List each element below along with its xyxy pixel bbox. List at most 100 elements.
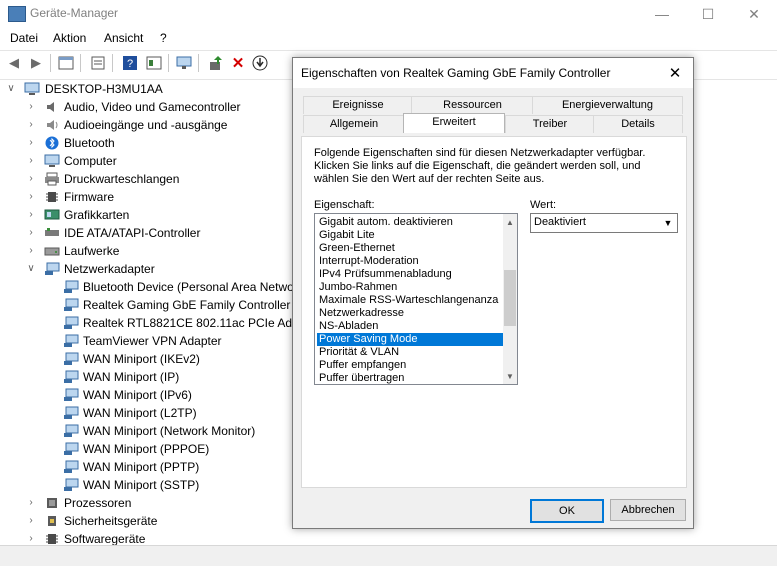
expand-icon[interactable]: › <box>26 206 36 224</box>
tree-item-label: Realtek RTL8821CE 802.11ac PCIe Adapte <box>83 316 316 330</box>
tree-item-label: Audio, Video und Gamecontroller <box>64 100 241 114</box>
property-list-item[interactable]: Interrupt-Moderation <box>317 255 503 268</box>
view-icon[interactable] <box>88 53 108 73</box>
tree-network-adapter[interactable]: WAN Miniport (IKEv2) <box>0 350 292 368</box>
tree-category-computer[interactable]: › Computer <box>0 152 292 170</box>
back-arrow-icon[interactable]: ◀ <box>4 53 24 73</box>
tree-category-security-devices[interactable]: › Sicherheitsgeräte <box>0 512 292 530</box>
property-listbox[interactable]: Gigabit autom. deaktivieren Gigabit Lite G… <box>314 213 518 385</box>
properties-icon[interactable] <box>56 53 76 73</box>
uninstall-icon[interactable]: ✕ <box>228 53 248 73</box>
tree-category-print-queues[interactable]: › Druckwarteschlangen <box>0 170 292 188</box>
tree-network-adapter[interactable]: WAN Miniport (Network Monitor) <box>0 422 292 440</box>
tree-root[interactable]: ∨ DESKTOP-H3MU1AA <box>0 80 292 98</box>
expand-icon[interactable]: › <box>26 188 36 206</box>
ok-button[interactable]: OK <box>530 499 604 523</box>
maximize-button[interactable]: ☐ <box>685 0 731 28</box>
scroll-down-icon[interactable]: ▼ <box>503 369 517 383</box>
dialog-close-button[interactable]: ✕ <box>663 62 687 84</box>
tree-category-network-adapters[interactable]: ∨ Netzwerkadapter <box>0 260 292 278</box>
tree-item-label: Sicherheitsgeräte <box>64 514 158 528</box>
property-list-item[interactable]: Gigabit Lite <box>317 229 503 242</box>
tree-category-drives[interactable]: › Laufwerke <box>0 242 292 260</box>
collapse-icon[interactable]: ∨ <box>6 80 16 98</box>
property-list-item[interactable]: Puffer empfangen <box>317 359 503 372</box>
chevron-down-icon[interactable]: ▼ <box>659 214 677 232</box>
monitor-icon[interactable] <box>174 53 194 73</box>
tab-treiber[interactable]: Treiber <box>505 115 595 133</box>
tree-item-label: WAN Miniport (PPPOE) <box>83 442 210 456</box>
tree-category-firmware[interactable]: › Firmware <box>0 188 292 206</box>
tree-network-adapter[interactable]: WAN Miniport (SSTP) <box>0 476 292 494</box>
scroll-up-icon[interactable]: ▲ <box>503 215 517 229</box>
property-list-item[interactable]: NS-Abladen <box>317 320 503 333</box>
speaker2-icon <box>44 118 60 132</box>
forward-arrow-icon[interactable]: ▶ <box>26 53 46 73</box>
gpu-icon <box>44 208 60 222</box>
menu-ansicht[interactable]: Ansicht <box>104 31 143 45</box>
expand-icon[interactable]: › <box>26 116 36 134</box>
tree-category-processors[interactable]: › Prozessoren <box>0 494 292 512</box>
property-list-item[interactable]: Green-Ethernet <box>317 242 503 255</box>
help-icon[interactable]: ? <box>120 53 140 73</box>
expand-icon[interactable]: › <box>26 494 36 512</box>
expand-icon[interactable]: › <box>26 242 36 260</box>
property-list-item[interactable]: Priorität & VLAN <box>317 346 503 359</box>
tree-network-adapter[interactable]: Realtek RTL8821CE 802.11ac PCIe Adapte <box>0 314 315 332</box>
network-adapter-icon <box>63 280 79 294</box>
menu-aktion[interactable]: Aktion <box>53 31 86 45</box>
property-list-item[interactable]: Power Saving Mode <box>317 333 503 346</box>
menu-datei[interactable]: Datei <box>10 31 38 45</box>
network-adapter-icon <box>63 298 79 312</box>
tree-category-audio-io[interactable]: › Audioeingänge und -ausgänge <box>0 116 292 134</box>
tree-network-adapter[interactable]: WAN Miniport (IP) <box>0 368 292 386</box>
tab-erweitert[interactable]: Erweitert <box>403 113 505 133</box>
tree-category-ide-ata[interactable]: › IDE ATA/ATAPI-Controller <box>0 224 292 242</box>
tree-network-adapter[interactable]: TeamViewer VPN Adapter <box>0 332 292 350</box>
close-button[interactable]: ✕ <box>731 0 777 28</box>
tree-network-adapter[interactable]: WAN Miniport (PPPOE) <box>0 440 292 458</box>
tree-network-adapter[interactable]: Realtek Gaming GbE Family Controller <box>0 296 292 314</box>
tree-network-adapter[interactable]: WAN Miniport (PPTP) <box>0 458 292 476</box>
collapse-icon[interactable]: ∨ <box>26 260 36 278</box>
expand-icon[interactable]: › <box>26 98 36 116</box>
tab-allgemein[interactable]: Allgemein <box>303 115 405 133</box>
minimize-button[interactable]: — <box>639 0 685 28</box>
cancel-button[interactable]: Abbrechen <box>610 499 686 521</box>
value-dropdown[interactable]: Deaktiviert ▼ <box>530 213 678 233</box>
tree-category-bluetooth[interactable]: › Bluetooth <box>0 134 292 152</box>
update-driver-icon[interactable] <box>206 53 226 73</box>
tree-item-label: Computer <box>64 154 117 168</box>
expand-icon[interactable]: › <box>26 134 36 152</box>
tree-category-audio-video[interactable]: › Audio, Video und Gamecontroller <box>0 98 292 116</box>
tree-item-label: Realtek Gaming GbE Family Controller <box>83 298 291 312</box>
scan-icon[interactable] <box>144 53 164 73</box>
expand-icon[interactable]: › <box>26 170 36 188</box>
tab-ressourcen[interactable]: Ressourcen <box>411 96 534 114</box>
download-icon[interactable] <box>250 53 270 73</box>
expand-icon[interactable]: › <box>26 152 36 170</box>
property-list-item[interactable]: Gigabit autom. deaktivieren <box>317 216 503 229</box>
property-list-item[interactable]: Jumbo-Rahmen <box>317 281 503 294</box>
menu-help[interactable]: ? <box>160 31 167 45</box>
tab-ereignisse[interactable]: Ereignisse <box>303 96 413 114</box>
property-list-item[interactable]: Puffer übertragen <box>317 372 503 384</box>
tab-energieverwaltung[interactable]: Energieverwaltung <box>532 96 683 114</box>
tree-item-label: Druckwarteschlangen <box>64 172 180 186</box>
expand-icon[interactable]: › <box>26 512 36 530</box>
tree-network-adapter[interactable]: WAN Miniport (L2TP) <box>0 404 292 422</box>
property-list-item[interactable]: Maximale RSS-Warteschlangenanza <box>317 294 503 307</box>
advanced-panel: Folgende Eigenschaften sind für diesen N… <box>301 136 687 488</box>
tree-category-graphics[interactable]: › Grafikkarten <box>0 206 292 224</box>
property-list-item[interactable]: IPv4 Prüfsummenabladung <box>317 268 503 281</box>
tree-item-label: Laufwerke <box>64 244 120 258</box>
printer-icon <box>44 172 60 186</box>
tab-details[interactable]: Details <box>593 115 683 133</box>
expand-icon[interactable]: › <box>26 224 36 242</box>
property-list-item[interactable]: Netzwerkadresse <box>317 307 503 320</box>
tree-item-label: Grafikkarten <box>64 208 130 222</box>
tree-network-adapter[interactable]: Bluetooth Device (Personal Area Networ <box>0 278 298 296</box>
tree-network-adapter[interactable]: WAN Miniport (IPv6) <box>0 386 292 404</box>
tree-item-label: WAN Miniport (IKEv2) <box>83 352 200 366</box>
scrollbar-thumb[interactable] <box>504 270 516 326</box>
